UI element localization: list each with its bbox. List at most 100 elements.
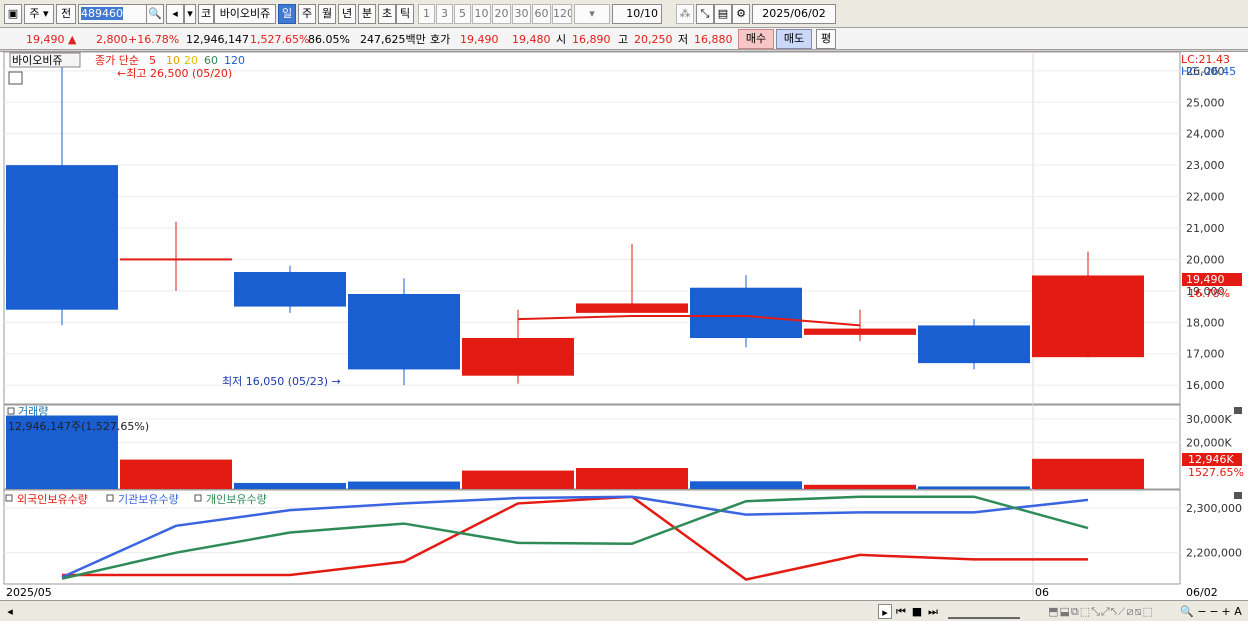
low-value: 16,880	[694, 33, 733, 46]
prev-button[interactable]: 전	[56, 4, 76, 24]
sell-button[interactable]: 매도	[776, 29, 812, 49]
forward-icon[interactable]: ⏭	[926, 604, 940, 619]
period-day[interactable]: 일	[278, 4, 296, 24]
count-input[interactable]: 10/10	[612, 4, 662, 24]
legend-foreign: 외국인보유수량	[17, 493, 88, 506]
high-label: 고	[618, 33, 629, 46]
volume-bar	[462, 470, 574, 489]
x-axis-month-label: 06	[1035, 586, 1049, 599]
period-year[interactable]: 년	[338, 4, 356, 24]
interval-10[interactable]: 10	[472, 4, 491, 24]
volume-bar	[234, 482, 346, 489]
period-minute[interactable]: 분	[358, 4, 376, 24]
change-value: 2,800	[96, 33, 128, 46]
toolbar: ▣ 주 ▾ 전 489460 ▾ ▾ 🔍 ◂ ▾ 코 바이오비쥬 일 주 월 년…	[0, 0, 1248, 28]
price-tick-label: 22,000	[1186, 191, 1225, 204]
speaker-icon[interactable]: ◂	[166, 4, 184, 24]
calc-icon[interactable]	[8, 71, 23, 85]
stop-icon[interactable]: ■	[910, 604, 924, 619]
holdings-tick-label: 2,300,000	[1186, 502, 1242, 515]
ma-period-20: 20	[184, 54, 198, 67]
scroll-left-icon[interactable]: ◂	[4, 604, 16, 619]
chart-area[interactable]: 16,000 17,000 18,000 19,000 20,000 21,000 22,0…	[0, 51, 1248, 600]
interval-custom-select[interactable]: ▾	[574, 4, 610, 24]
zoom-slider[interactable]	[948, 604, 1020, 619]
font-size-icon[interactable]: A	[1232, 604, 1244, 619]
candle-body	[348, 294, 460, 370]
zoom-out-icon[interactable]: −	[1196, 604, 1208, 619]
volume-legend-icon	[7, 407, 15, 415]
legend-sep-2	[194, 494, 202, 502]
period-month[interactable]: 월	[318, 4, 336, 24]
interval-1[interactable]: 1	[418, 4, 435, 24]
search-icon[interactable]: 🔍	[146, 4, 164, 24]
interval-5[interactable]: 5	[454, 4, 471, 24]
play-icon[interactable]: ▸	[878, 604, 892, 619]
price-tick-label: 24,000	[1186, 128, 1225, 141]
interval-20[interactable]: 20	[492, 4, 511, 24]
board-button[interactable]: 코	[198, 4, 214, 24]
interval-30[interactable]: 30	[512, 4, 531, 24]
legend-sep-1	[106, 494, 114, 502]
candle-body	[804, 328, 916, 335]
window-icon[interactable]: ▣	[4, 4, 22, 24]
drawing-tools-icon[interactable]: ⬒⬓⧉⬚⤡⤢⤣⟋⧄⧅⬚	[1026, 604, 1176, 619]
volume-bar	[804, 484, 916, 489]
amount-value: 247,625백만	[360, 33, 426, 46]
holdings-legend-icon	[5, 494, 13, 502]
buy-button[interactable]: 매수	[738, 29, 774, 49]
period-second[interactable]: 초	[378, 4, 396, 24]
gear-icon[interactable]: ⚙	[732, 4, 750, 24]
speaker-dropdown-icon[interactable]: ▾	[184, 4, 196, 24]
volume-bar	[348, 481, 460, 489]
volume-tick-label: 30,000K	[1186, 413, 1232, 426]
low-note: 최저 16,050 (05/23) →	[222, 375, 341, 388]
period-type-select[interactable]: 주 ▾	[24, 4, 54, 24]
price-tick-label: 25,000	[1186, 96, 1225, 109]
info-bar: 19,490 ▲ 2,800 +16.78% 12,946,147 1,527.…	[0, 28, 1248, 50]
zoom-search-icon[interactable]: 🔍	[1180, 604, 1194, 619]
price-tick-label: 18,000	[1186, 316, 1225, 329]
holdings-close-icon[interactable]	[1234, 492, 1242, 499]
vol-tag: 12,946K	[1188, 453, 1234, 466]
code-input[interactable]: 489460	[78, 4, 148, 24]
bottom-toolbar: ◂ ▸ ⏮ ■ ⏭ ⬒⬓⧉⬚⤡⤢⤣⟋⧄⧅⬚ 🔍 − − + A	[0, 600, 1248, 621]
interval-3[interactable]: 3	[436, 4, 453, 24]
interval-120[interactable]: 120	[552, 4, 572, 24]
volume-bar	[120, 459, 232, 489]
draw-tool-icon[interactable]: ⤡	[696, 4, 714, 24]
avg-button[interactable]: 평	[816, 29, 836, 49]
minus-icon[interactable]: −	[1208, 604, 1220, 619]
volume-close-icon[interactable]	[1234, 407, 1242, 414]
candle-body	[576, 303, 688, 313]
volume-title: 거래량	[18, 405, 48, 418]
zoom-in-icon[interactable]: +	[1220, 604, 1232, 619]
vol-pct-tag: 1527.65%	[1188, 466, 1244, 479]
compare-icon[interactable]: ⁂	[676, 4, 694, 24]
candle-body	[918, 325, 1030, 364]
pct-tag: 16.78%	[1188, 287, 1230, 300]
chart-svg: 16,00017,00018,00019,00020,00021,00022,0…	[3, 51, 1244, 600]
price-tick-label: 20,000	[1186, 253, 1225, 266]
hc-label: HC:-26.45	[1181, 65, 1236, 78]
candle-body	[462, 338, 574, 376]
volume-bar	[1032, 458, 1144, 489]
price-tick-label: 21,000	[1186, 222, 1225, 235]
price-tick-label: 16,000	[1186, 379, 1225, 392]
save-icon[interactable]: ▤	[714, 4, 732, 24]
quote-label: 호가	[430, 33, 451, 46]
holdings-tick-label: 2,200,000	[1186, 547, 1242, 560]
ma-period-120: 120	[224, 54, 245, 67]
period-tick[interactable]: 틱	[396, 4, 414, 24]
price-value: 19,490 ▲	[26, 33, 77, 46]
open-value: 16,890	[572, 33, 611, 46]
date-input[interactable]: 2025/06/02	[752, 4, 836, 24]
high-note: ←최고 26,500 (05/20)	[117, 67, 232, 80]
candle-body	[1032, 275, 1144, 358]
open-label: 시	[556, 33, 567, 46]
legend-individual: 개인보유수량	[206, 493, 267, 506]
interval-60[interactable]: 60	[532, 4, 551, 24]
period-week[interactable]: 주	[298, 4, 316, 24]
ma-period-10: 10	[166, 54, 180, 67]
rewind-icon[interactable]: ⏮	[894, 604, 908, 619]
